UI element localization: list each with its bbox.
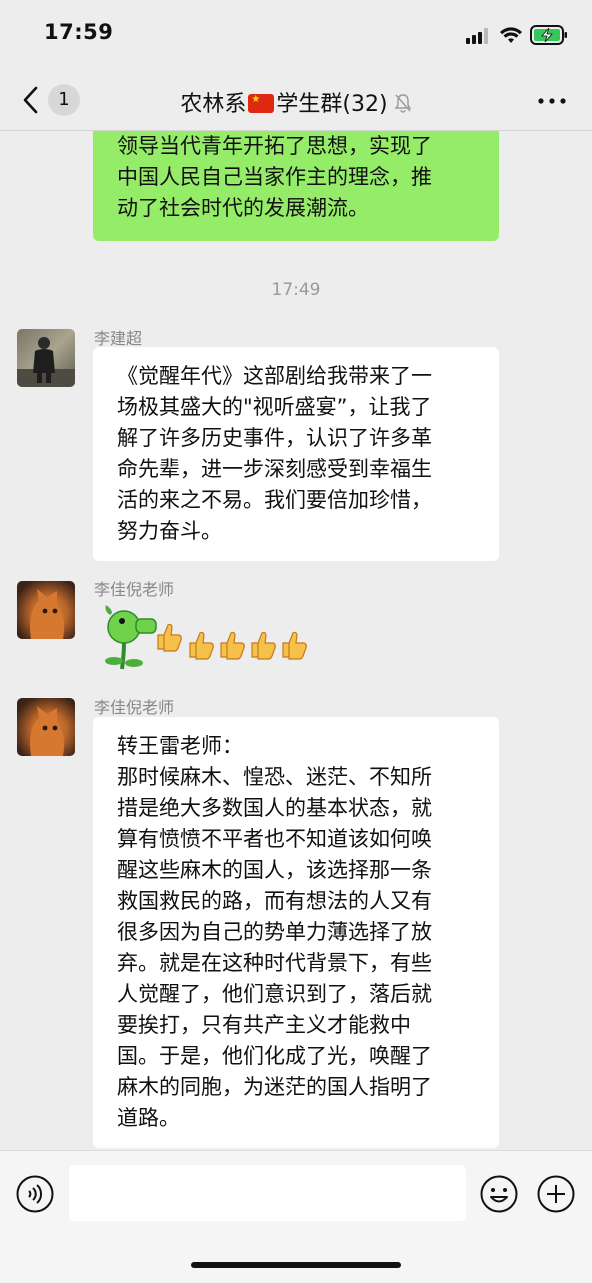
message-bubble-incoming[interactable]: 《觉醒年代》这部剧给我带来了一 场极其盛大的"视听盛宴”，让我了 解了许多历史事… <box>93 347 499 561</box>
sticker-message[interactable] <box>100 601 310 671</box>
thumbs-up-emoji-icon <box>282 631 307 660</box>
mute-bell-icon <box>394 94 411 113</box>
emoji-icon[interactable] <box>480 1175 518 1213</box>
thumbs-up-emoji-icon <box>189 631 214 660</box>
thumbs-up-emoji-icon <box>251 631 276 660</box>
voice-input-icon[interactable] <box>16 1175 54 1213</box>
battery-charging-icon <box>530 25 567 45</box>
thumbs-up-emoji-icon <box>220 631 245 660</box>
status-bar: 17:59 <box>0 0 592 70</box>
person-photo-icon <box>17 337 75 387</box>
home-indicator <box>191 1262 401 1268</box>
message-list[interactable]: 领导当代青年开拓了思想，实现了 中国人民自己当家作主的理念，推 动了社会时代的发… <box>0 131 592 1150</box>
status-time: 17:59 <box>44 20 114 44</box>
sender-name: 李建超 <box>94 329 143 348</box>
chat-header: 1 农林系 ★ 学生群(32) <box>0 70 592 131</box>
chat-title-left: 农林系 <box>180 92 247 117</box>
more-options-icon[interactable] <box>538 98 566 104</box>
cat-photo-icon <box>30 589 65 639</box>
sender-name: 李佳倪老师 <box>94 698 175 717</box>
china-flag-icon: ★ <box>248 94 275 113</box>
chat-title-right: 学生群(32) <box>276 92 388 117</box>
cellular-signal-icon <box>466 28 488 44</box>
message-timestamp: 17:49 <box>271 280 321 300</box>
thumbs-up-emoji-icon <box>157 623 182 652</box>
wifi-icon <box>500 27 522 43</box>
chat-title: 农林系 ★ 学生群(32) <box>0 86 592 118</box>
peashooter-emoji-icon <box>105 605 157 670</box>
avatar[interactable] <box>17 581 75 639</box>
avatar[interactable] <box>17 698 75 756</box>
cat-photo-icon <box>30 706 65 756</box>
avatar[interactable] <box>17 329 75 387</box>
plus-icon[interactable] <box>537 1175 575 1213</box>
message-bubble-incoming[interactable]: 转王雷老师： 那时候麻木、惶恐、迷茫、不知所 措是绝大多数国人的基本状态，就 算… <box>93 717 499 1148</box>
sender-name: 李佳倪老师 <box>94 580 175 599</box>
message-text-field[interactable] <box>69 1165 466 1221</box>
message-bubble-outgoing[interactable]: 领导当代青年开拓了思想，实现了 中国人民自己当家作主的理念，推 动了社会时代的发… <box>93 131 499 241</box>
